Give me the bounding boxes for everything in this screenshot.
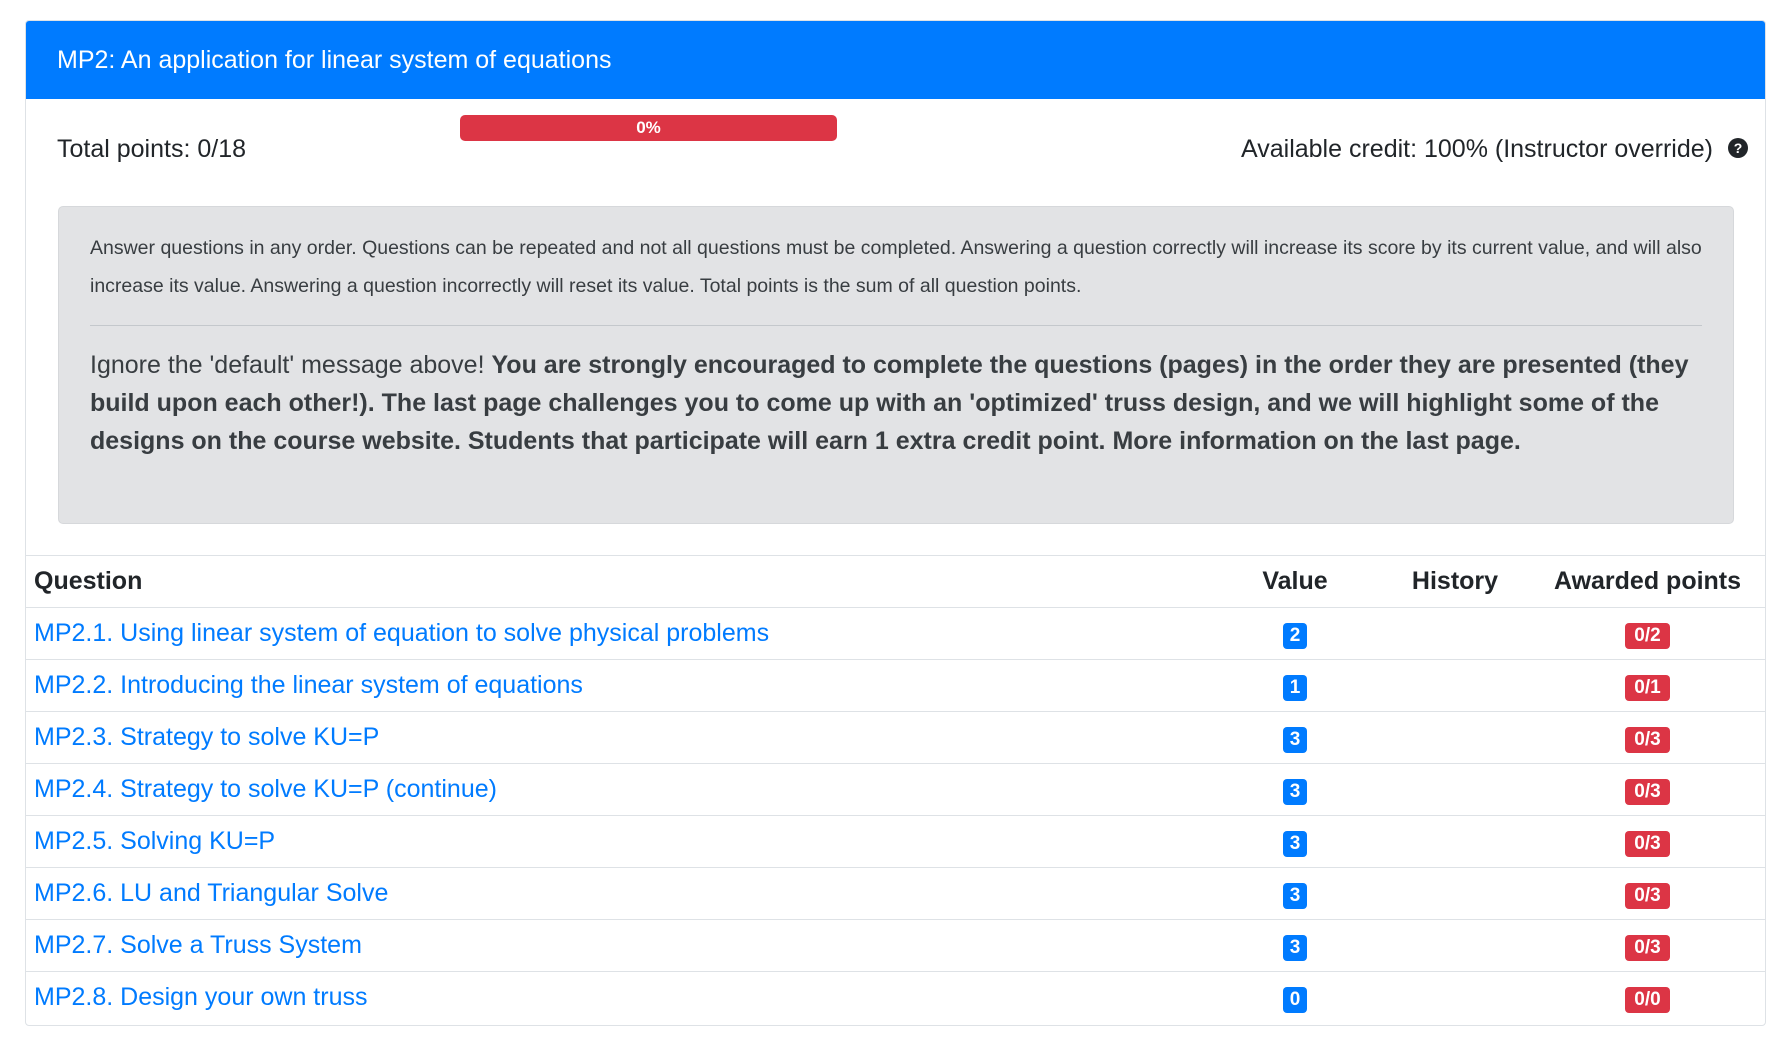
awarded-points-cell: 0/2 [1530,607,1765,660]
value-cell: 2 [1210,607,1380,660]
question-row: MP2.1. Using linear system of equation t… [26,607,1765,660]
question-link[interactable]: MP2.1. Using linear system of equation t… [34,619,769,647]
assessment-title-bar: MP2: An application for linear system of… [26,21,1765,99]
awarded-points-cell: 0/0 [1530,971,1765,1024]
header-history: History [1380,555,1530,608]
value-badge: 3 [1282,830,1308,857]
history-cell [1380,711,1530,764]
history-cell [1380,659,1530,712]
value-cell: 0 [1210,971,1380,1024]
awarded-points-cell: 0/3 [1530,919,1765,972]
history-cell [1380,815,1530,868]
value-badge: 3 [1282,778,1308,805]
question-cell: MP2.4. Strategy to solve KU=P (continue) [26,763,1210,816]
value-cell: 3 [1210,763,1380,816]
value-cell: 3 [1210,711,1380,764]
awarded-points-badge: 0/3 [1625,778,1670,805]
score-progress-bar: 0% [460,115,837,141]
awarded-points-badge: 0/2 [1625,622,1670,649]
history-cell [1380,971,1530,1024]
history-cell [1380,763,1530,816]
header-awarded-points: Awarded points [1530,555,1765,608]
question-cell: MP2.6. LU and Triangular Solve [26,867,1210,920]
value-cell: 3 [1210,815,1380,868]
score-progress: 0% [460,115,837,141]
questions-table: Question Value History Awarded points MP… [26,555,1765,1024]
points-summary-row: Total points: 0/18 Available credit: 100… [26,99,1765,200]
question-link[interactable]: MP2.2. Introducing the linear system of … [34,671,583,699]
value-badge: 3 [1282,726,1308,753]
question-link[interactable]: MP2.6. LU and Triangular Solve [34,879,388,907]
value-badge: 0 [1282,986,1308,1013]
default-instructions-text: Answer questions in any order. Questions… [90,237,1702,297]
question-row: MP2.7. Solve a Truss System 3 0/3 [26,919,1765,972]
question-link[interactable]: MP2.7. Solve a Truss System [34,931,362,959]
history-cell [1380,867,1530,920]
awarded-points-badge: 0/0 [1625,986,1670,1013]
value-badge: 3 [1282,882,1308,909]
question-row: MP2.5. Solving KU=P 3 0/3 [26,815,1765,868]
awarded-points-cell: 0/1 [1530,659,1765,712]
value-cell: 1 [1210,659,1380,712]
value-cell: 3 [1210,919,1380,972]
questions-table-header: Question Value History Awarded points [26,555,1765,608]
question-row: MP2.2. Introducing the linear system of … [26,659,1765,712]
question-cell: MP2.5. Solving KU=P [26,815,1210,868]
question-link[interactable]: MP2.5. Solving KU=P [34,827,275,855]
question-link[interactable]: MP2.8. Design your own truss [34,983,367,1011]
value-badge: 3 [1282,934,1308,961]
question-cell: MP2.2. Introducing the linear system of … [26,659,1210,712]
awarded-points-cell: 0/3 [1530,763,1765,816]
question-link[interactable]: MP2.3. Strategy to solve KU=P [34,723,379,751]
question-row: MP2.4. Strategy to solve KU=P (continue)… [26,763,1765,816]
assessment-card: MP2: An application for linear system of… [25,20,1766,1026]
history-cell [1380,919,1530,972]
question-row: MP2.6. LU and Triangular Solve 3 0/3 [26,867,1765,920]
question-link[interactable]: MP2.4. Strategy to solve KU=P (continue) [34,775,497,803]
alert-divider [90,325,1702,326]
total-points-label: Total points: 0/18 [57,135,247,163]
instructions-alert: Answer questions in any order. Questions… [58,206,1734,524]
question-row: MP2.3. Strategy to solve KU=P 3 0/3 [26,711,1765,764]
awarded-points-cell: 0/3 [1530,815,1765,868]
question-cell: MP2.1. Using linear system of equation t… [26,607,1210,660]
value-badge: 2 [1282,622,1308,649]
awarded-points-badge: 0/3 [1625,830,1670,857]
question-cell: MP2.7. Solve a Truss System [26,919,1210,972]
question-circle-icon[interactable]: ? [1728,138,1748,158]
assessment-title: MP2: An application for linear system of… [57,45,612,74]
awarded-points-cell: 0/3 [1530,867,1765,920]
score-progress-label: 0% [636,118,661,137]
awarded-points-badge: 0/1 [1625,674,1670,701]
value-badge: 1 [1282,674,1308,701]
question-cell: MP2.8. Design your own truss [26,971,1210,1024]
question-row: MP2.8. Design your own truss 0 0/0 [26,971,1765,1024]
available-credit-label: Available credit: 100% (Instructor overr… [1241,135,1713,163]
instructor-note-intro: Ignore the 'default' message above! [90,351,492,379]
instructor-note: Ignore the 'default' message above! You … [90,346,1702,460]
awarded-points-cell: 0/3 [1530,711,1765,764]
value-cell: 3 [1210,867,1380,920]
question-cell: MP2.3. Strategy to solve KU=P [26,711,1210,764]
awarded-points-badge: 0/3 [1625,934,1670,961]
awarded-points-badge: 0/3 [1625,726,1670,753]
history-cell [1380,607,1530,660]
awarded-points-badge: 0/3 [1625,882,1670,909]
header-value: Value [1210,555,1380,608]
header-question: Question [26,555,1210,608]
